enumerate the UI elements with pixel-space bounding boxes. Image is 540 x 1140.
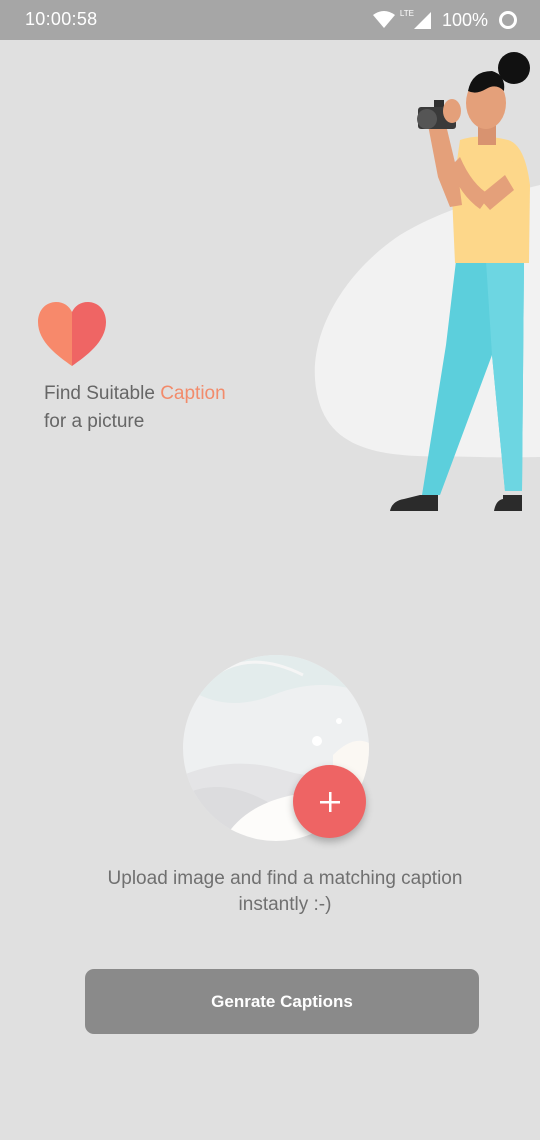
upload-hint-line1: Upload image and find a matching caption xyxy=(107,868,463,889)
status-icons: LTE 100% xyxy=(372,8,518,32)
battery-percent: 100% xyxy=(441,9,488,30)
wifi-icon xyxy=(372,11,395,28)
add-image-button[interactable] xyxy=(293,765,366,838)
generate-captions-button[interactable]: Genrate Captions xyxy=(85,969,479,1034)
status-time: 10:00:58 xyxy=(25,9,98,29)
heart-icon xyxy=(38,302,106,366)
battery-icon xyxy=(499,11,517,29)
cell-signal-icon xyxy=(413,12,431,29)
tagline-line1: Find Suitable Caption xyxy=(44,380,226,408)
status-bar: 10:00:58 LTE 100% xyxy=(0,0,540,40)
upload-hint-line2: instantly :-) xyxy=(238,894,332,915)
hero-tagline: Find Suitable Caption for a picture xyxy=(44,380,226,436)
generate-captions-label: Genrate Captions xyxy=(211,991,353,1011)
upload-area[interactable] xyxy=(183,655,369,841)
tagline-prefix: Find Suitable xyxy=(44,383,161,404)
tagline-line2: for a picture xyxy=(44,411,145,432)
plus-icon xyxy=(319,791,340,812)
tagline-accent: Caption xyxy=(160,383,226,404)
upload-hint: Upload image and find a matching caption… xyxy=(70,866,500,918)
photographer-illustration xyxy=(314,52,540,511)
